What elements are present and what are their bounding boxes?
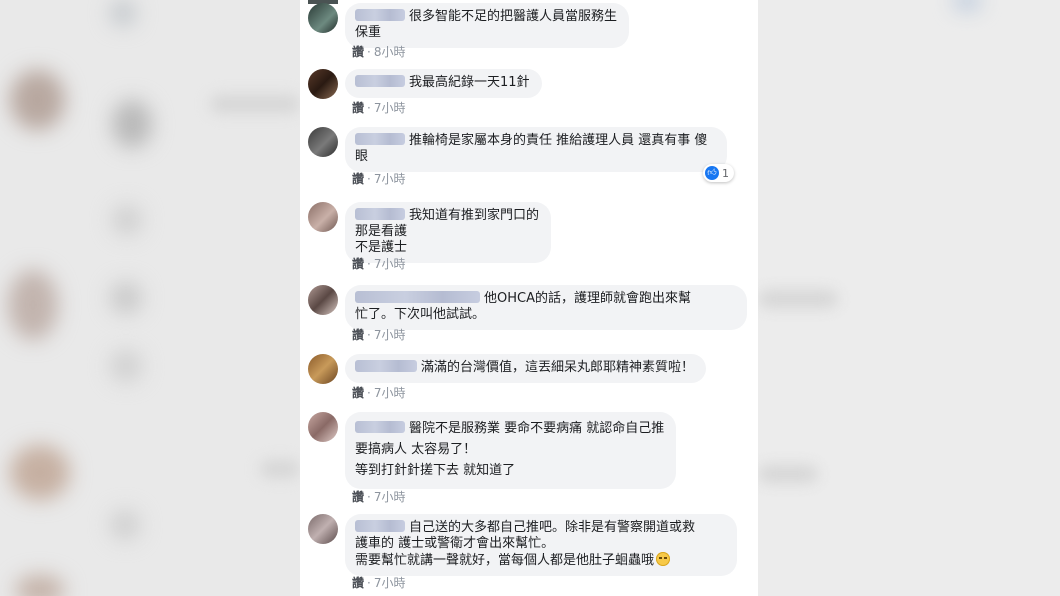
comment-text: 我最高紀錄一天11針 (409, 75, 530, 90)
comment-bubble: 推輪椅是家屬本身的責任 推給護理人員 還真有事 傻 眼 (345, 127, 727, 172)
blurred-avatar (10, 445, 70, 500)
like-button[interactable]: 讚 (352, 490, 364, 504)
blurred-avatar (10, 70, 65, 130)
comment-text: 我知道有推到家門口的 (409, 208, 540, 223)
blurred-avatar (8, 270, 58, 340)
comment-actions: 讚 · 7小時 (352, 257, 405, 271)
comment-text: 醫院不是服務業 要命不要病痛 就認命自己推 (409, 421, 665, 436)
timestamp[interactable]: 7小時 (374, 101, 406, 115)
comment-text: 很多智能不足的把醫護人員當服務生 (409, 9, 618, 24)
comment-bubble: 滿滿的台灣價值，這丟細呆丸郎耶精神素質啦！ (345, 354, 707, 383)
avatar[interactable] (308, 69, 338, 99)
blurred-avatar (110, 0, 136, 26)
comment-bubble: 自己送的大多都自己推吧。除非是有警察開道或救 護車的 護士或警衛才會出來幫忙。 … (345, 514, 737, 576)
blurred-text (758, 465, 818, 483)
separator: · (367, 101, 371, 115)
comment-thread: 很多智能不足的把醫護人員當服務生 保重 讚 · 8小時 我最高紀錄一天11針 讚 · 7… (300, 0, 758, 596)
blurred-text (210, 95, 300, 113)
blurred-background-left (0, 0, 300, 596)
comment-actions: 讚 · 8小時 (352, 45, 405, 59)
like-button[interactable]: 讚 (352, 328, 364, 342)
timestamp[interactable]: 8小時 (374, 45, 406, 59)
like-thumb-icon: 👍︎ (705, 166, 719, 180)
avatar[interactable] (308, 127, 338, 157)
comment-text: 推輪椅是家屬本身的責任 推給護理人員 還真有事 傻 (409, 133, 708, 148)
blurred-avatar (112, 205, 142, 235)
comment-text: 他OHCA的話，護理師就會跑出來幫 (484, 291, 691, 306)
separator: · (367, 172, 371, 186)
comment-text: 不是護士 (355, 240, 408, 255)
comment-text: 保重 (355, 25, 382, 40)
separator: · (367, 576, 371, 590)
timestamp[interactable]: 7小時 (374, 172, 406, 186)
comment-text: 自己送的大多都自己推吧。除非是有警察開道或救 (409, 520, 696, 535)
timestamp[interactable]: 7小時 (374, 257, 406, 271)
commenter-name[interactable] (355, 9, 405, 21)
comment-actions: 讚 · 7小時 (352, 490, 405, 504)
blurred-avatar (112, 100, 152, 148)
timestamp[interactable]: 7小時 (374, 576, 406, 590)
commenter-name[interactable] (355, 520, 405, 532)
blurred-icon (953, 0, 981, 10)
like-button[interactable]: 讚 (352, 101, 364, 115)
reaction-count[interactable]: 👍︎ 1 (703, 164, 734, 182)
like-button[interactable]: 讚 (352, 172, 364, 186)
comment-actions: 讚 · 7小時 (352, 576, 405, 590)
commenter-name[interactable] (355, 75, 405, 87)
comment-text: 滿滿的台灣價值，這丟細呆丸郎耶精神素質啦！ (421, 360, 695, 375)
comment-text: 那是看護 (355, 224, 408, 239)
comment-actions: 讚 · 7小時 (352, 101, 405, 115)
blurred-avatar (15, 575, 65, 596)
smiling-face-icon (656, 552, 671, 566)
commenter-name[interactable] (355, 291, 480, 303)
comment-bubble: 他OHCA的話，護理師就會跑出來幫 忙了。下次叫他試試。 (345, 285, 747, 330)
blurred-background-right (758, 0, 1060, 596)
blurred-avatar (110, 510, 140, 540)
timestamp[interactable]: 7小時 (374, 386, 406, 400)
avatar[interactable] (308, 354, 338, 384)
comment-text: 等到打針針搓下去 就知道了 (355, 463, 516, 478)
blurred-avatar (110, 282, 142, 314)
commenter-name[interactable] (355, 360, 417, 372)
comment-actions: 讚 · 7小時 (352, 328, 405, 342)
avatar[interactable] (308, 285, 338, 315)
blurred-avatar (110, 350, 142, 382)
separator: · (367, 45, 371, 59)
avatar[interactable] (308, 412, 338, 442)
separator: · (367, 257, 371, 271)
separator: · (367, 386, 371, 400)
comment-actions: 讚 · 7小時 (352, 386, 405, 400)
like-button[interactable]: 讚 (352, 386, 364, 400)
timestamp[interactable]: 7小時 (374, 490, 406, 504)
comment-actions: 讚 · 7小時 (352, 172, 405, 186)
comment-bubble: 很多智能不足的把醫護人員當服務生 保重 (345, 3, 630, 48)
like-button[interactable]: 讚 (352, 45, 364, 59)
commenter-name[interactable] (355, 421, 405, 433)
comment-bubble: 醫院不是服務業 要命不要病痛 就認命自己推 要搞病人 太容易了！ 等到打針針搓下… (345, 412, 677, 489)
like-button[interactable]: 讚 (352, 576, 364, 590)
commenter-name[interactable] (355, 208, 405, 220)
blurred-text (260, 460, 300, 478)
avatar[interactable] (308, 202, 338, 232)
separator: · (367, 490, 371, 504)
reaction-count-value: 1 (722, 166, 729, 180)
blurred-text (758, 290, 838, 308)
like-button[interactable]: 讚 (352, 257, 364, 271)
comment-text: 需要幫忙就講一聲就好，當每個人都是他肚子蛔蟲哦 (355, 553, 655, 568)
comment-bubble: 我知道有推到家門口的 那是看護 不是護士 (345, 202, 552, 263)
comment-text: 要搞病人 太容易了！ (355, 442, 477, 457)
comment-bubble: 我最高紀錄一天11針 (345, 69, 542, 98)
avatar[interactable] (308, 514, 338, 544)
separator: · (367, 328, 371, 342)
comment-text: 忙了。下次叫他試試。 (355, 307, 486, 322)
avatar[interactable] (308, 3, 338, 33)
comment-text: 護車的 護士或警衛才會出來幫忙。 (355, 536, 555, 551)
timestamp[interactable]: 7小時 (374, 328, 406, 342)
commenter-name[interactable] (355, 133, 405, 145)
comment-text: 眼 (355, 149, 369, 164)
